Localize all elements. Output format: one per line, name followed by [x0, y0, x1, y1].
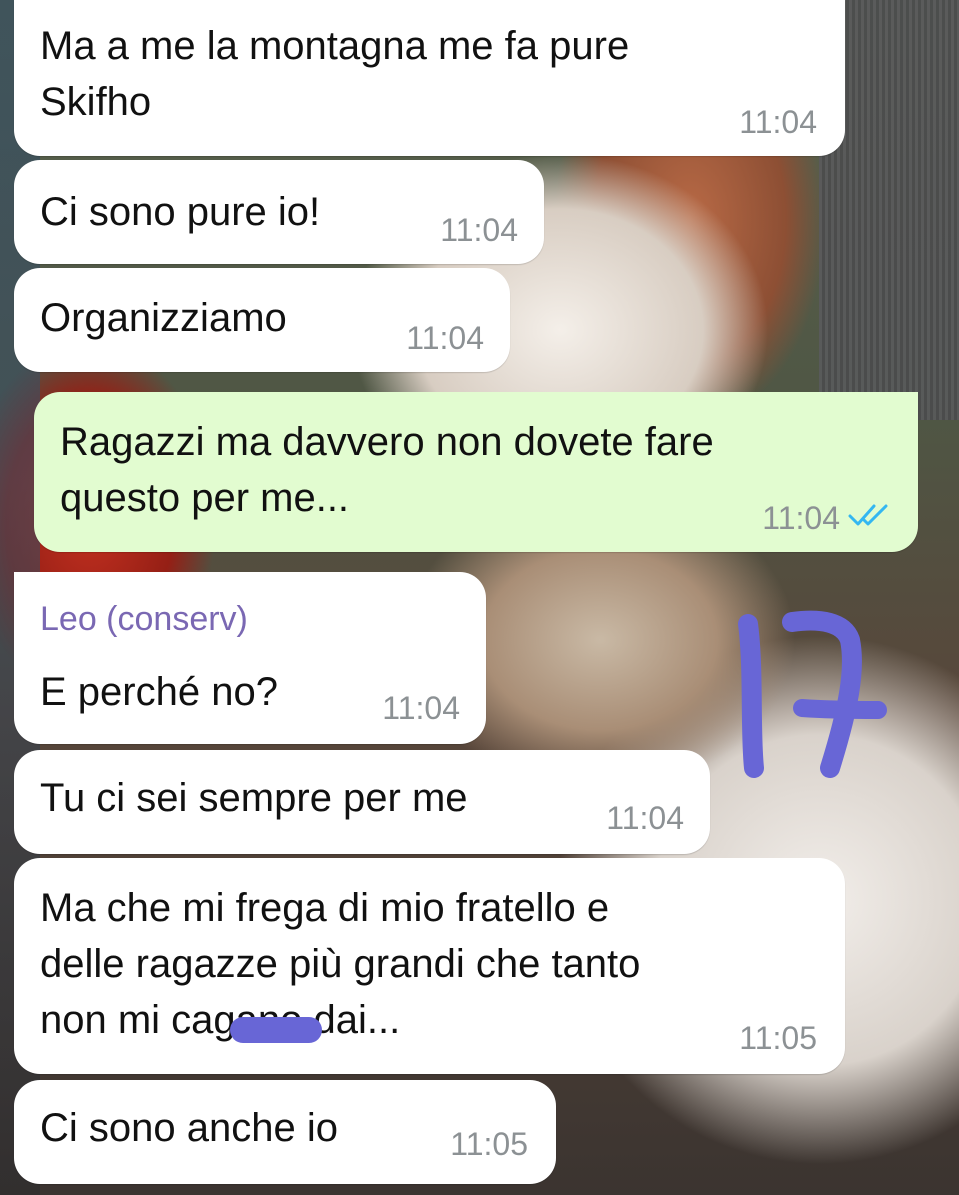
- message-time: 11:04: [606, 800, 684, 836]
- message-text: E perché no?: [40, 670, 278, 714]
- redaction-scribble: [230, 1017, 322, 1043]
- message-time: 11:04: [382, 690, 460, 726]
- double-check-icon: [848, 504, 888, 526]
- message-time: 11:04: [762, 500, 840, 536]
- message-time: 11:05: [450, 1126, 528, 1162]
- message-bubble[interactable]: Ma a me la montagna me fa pure Skifho 11…: [14, 0, 845, 156]
- message-bubble[interactable]: Ci sono anche io 11:05: [14, 1080, 556, 1184]
- sender-name[interactable]: Leo (conserv): [40, 600, 248, 639]
- message-text: Tu ci sei sempre per me: [40, 776, 468, 820]
- message-bubble[interactable]: Ci sono pure io! 11:04: [14, 160, 544, 264]
- message-bubble-outgoing[interactable]: Ragazzi ma davvero non dovete fare quest…: [34, 392, 918, 552]
- message-time: 11:04: [440, 212, 518, 248]
- message-time: 11:05: [739, 1020, 817, 1056]
- message-text: Organizziamo: [40, 296, 287, 340]
- handwritten-annotation: 17: [738, 610, 887, 778]
- message-text: Ci sono anche io: [40, 1106, 338, 1150]
- message-time: 11:04: [739, 104, 817, 140]
- message-bubble[interactable]: Ma che mi frega di mio fratello e delle …: [14, 858, 845, 1074]
- message-bubble[interactable]: Leo (conserv) E perché no? 11:04: [14, 572, 486, 744]
- message-text: Ci sono pure io!: [40, 190, 321, 234]
- message-text: Ragazzi ma davvero non dovete fare quest…: [60, 420, 714, 520]
- message-bubble[interactable]: Tu ci sei sempre per me 11:04: [14, 750, 710, 854]
- message-text: Ma a me la montagna me fa pure Skifho: [40, 24, 630, 124]
- message-bubble[interactable]: Organizziamo 11:04: [14, 268, 510, 372]
- message-text: Ma che mi frega di mio fratello e delle …: [40, 886, 641, 1042]
- message-time: 11:04: [406, 320, 484, 356]
- chat-message-list[interactable]: Ma a me la montagna me fa pure Skifho 11…: [0, 0, 959, 1195]
